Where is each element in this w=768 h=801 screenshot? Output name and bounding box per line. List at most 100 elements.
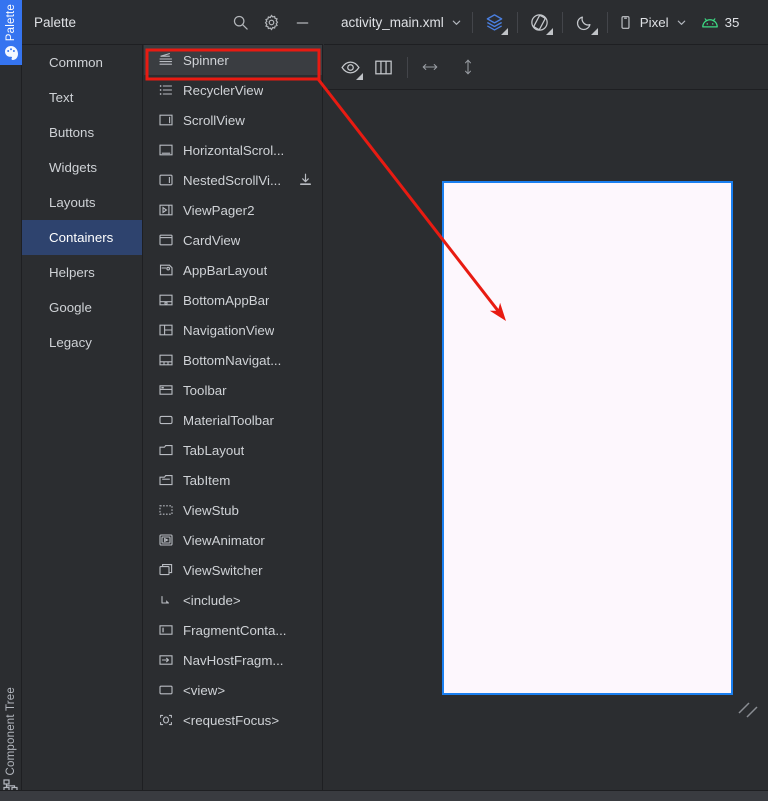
palette-component-item[interactable]: BottomNavigat... — [144, 345, 322, 375]
palette-header-actions — [232, 13, 323, 31]
minimize-icon[interactable] — [294, 14, 311, 31]
palette-component-label: <requestFocus> — [183, 712, 280, 728]
night-mode-icon[interactable] — [573, 10, 598, 35]
palette-component-item[interactable]: MaterialToolbar — [144, 405, 322, 435]
palette-category-legacy[interactable]: Legacy — [22, 325, 142, 360]
palette-category-helpers[interactable]: Helpers — [22, 255, 142, 290]
dropdown-corner-icon — [545, 28, 553, 35]
palette-component-label: TabLayout — [183, 442, 245, 458]
palette-component-item[interactable]: TabItem — [144, 465, 322, 495]
palette-category-buttons[interactable]: Buttons — [22, 115, 142, 150]
palette-component-label: Toolbar — [183, 382, 227, 398]
palette-category-layouts[interactable]: Layouts — [22, 185, 142, 220]
api-level-label: 35 — [724, 14, 740, 30]
editor-toolbar-secondary — [324, 45, 768, 90]
palette-component-item[interactable]: Spinner — [144, 45, 322, 75]
orientation-icon[interactable] — [528, 10, 553, 35]
palette-component-item[interactable]: HorizontalScrol... — [144, 135, 322, 165]
tool-tab-component-tree[interactable]: Component Tree — [0, 687, 22, 799]
palette-component-item[interactable]: NavHostFragm... — [144, 645, 322, 675]
palette-component-label: ViewAnimator — [183, 532, 265, 548]
toolbar-icon — [159, 385, 173, 395]
palette-component-label: NestedScrollVi... — [183, 172, 282, 188]
palette-component-item[interactable]: CardView — [144, 225, 322, 255]
palette-category-label: Widgets — [49, 160, 98, 175]
device-preview-frame[interactable] — [442, 181, 733, 695]
palette-category-common[interactable]: Common — [22, 45, 142, 80]
tool-tab-palette[interactable]: Palette — [0, 0, 22, 66]
gear-icon[interactable] — [263, 13, 280, 31]
palette-category-text[interactable]: Text — [22, 80, 142, 115]
palette-component-label: RecyclerView — [183, 82, 264, 98]
toolbar-separator-1 — [471, 11, 473, 33]
palette-component-item[interactable]: ViewPager2 — [144, 195, 322, 225]
design-canvas[interactable] — [324, 90, 768, 801]
device-name: Pixel — [639, 14, 669, 30]
constraints-panel-icon[interactable] — [371, 55, 395, 79]
download-icon[interactable] — [298, 172, 313, 187]
palette-category-label: Text — [49, 90, 74, 105]
horizontal-resize-icon[interactable] — [418, 55, 442, 79]
palette-component-label: ViewSwitcher — [183, 562, 263, 578]
palette-component-label: MaterialToolbar — [183, 412, 274, 428]
bottomnavigationview-icon — [159, 354, 173, 366]
device-selector[interactable]: Pixel — [618, 15, 687, 30]
palette-category-label: Buttons — [49, 125, 95, 140]
editor-file-name[interactable]: activity_main.xml — [341, 15, 444, 30]
palette-component-item[interactable]: <include> — [144, 585, 322, 615]
palette-component-item[interactable]: ViewSwitcher — [144, 555, 322, 585]
toolbar2-separator — [407, 56, 408, 78]
palette-category-containers[interactable]: Containers — [22, 220, 142, 255]
palette-icon — [5, 46, 18, 61]
palette-header: Palette — [22, 0, 323, 45]
palette-component-item[interactable]: <view> — [144, 675, 322, 705]
palette-category-label: Helpers — [49, 265, 95, 280]
palette-category-google[interactable]: Google — [22, 290, 142, 325]
cardview-icon — [159, 234, 173, 246]
appbarlayout-icon — [159, 264, 173, 276]
dropdown-corner-icon — [590, 28, 598, 35]
palette-component-item[interactable]: <requestFocus> — [144, 705, 322, 735]
palette-category-label: Google — [49, 300, 92, 315]
palette-component-label: FragmentConta... — [183, 622, 287, 638]
palette-category-label: Legacy — [49, 335, 92, 350]
android-icon — [701, 17, 718, 28]
bottomappbar-icon — [159, 294, 173, 306]
dropdown-corner-icon — [356, 73, 363, 80]
search-icon[interactable] — [232, 14, 249, 31]
palette-component-item[interactable]: Toolbar — [144, 375, 322, 405]
tool-tab-palette-label: Palette — [5, 4, 17, 42]
toolbar-separator-4 — [606, 11, 608, 33]
palette-component-item[interactable]: ScrollView — [144, 105, 322, 135]
tool-window-strip: Palette Component Tree — [0, 0, 22, 801]
palette-component-item[interactable]: TabLayout — [144, 435, 322, 465]
palette-component-label: BottomAppBar — [183, 292, 270, 308]
horizontalscrollview-icon — [159, 144, 173, 156]
palette-component-label: <include> — [183, 592, 241, 608]
palette-component-label: TabItem — [183, 472, 231, 488]
chevron-down-icon — [677, 20, 685, 25]
design-surface-icon[interactable] — [483, 10, 508, 35]
api-level-selector[interactable]: 35 — [701, 14, 740, 30]
palette-component-item[interactable]: NestedScrollVi... — [144, 165, 322, 195]
recyclerview-icon — [159, 85, 173, 95]
vertical-resize-icon[interactable] — [456, 55, 480, 79]
resize-handle-icon[interactable] — [736, 696, 762, 722]
palette-component-item[interactable]: ViewStub — [144, 495, 322, 525]
palette-component-label: ViewPager2 — [183, 202, 255, 218]
tool-tab-component-tree-label: Component Tree — [5, 686, 17, 775]
chevron-down-icon[interactable] — [451, 17, 462, 28]
palette-component-item[interactable]: FragmentConta... — [144, 615, 322, 645]
palette-component-item[interactable]: RecyclerView — [144, 75, 322, 105]
toolbar-separator-2 — [516, 11, 518, 33]
palette-component-item[interactable]: BottomAppBar — [144, 285, 322, 315]
palette-component-label: NavHostFragm... — [183, 652, 284, 668]
palette-component-list: Spinner RecyclerView ScrollView HorizontalS… — [144, 45, 323, 790]
android-studio-layout-editor: Palette Component Tree Palette Common Te… — [0, 0, 768, 801]
palette-component-item[interactable]: NavigationView — [144, 315, 322, 345]
palette-component-item[interactable]: AppBarLayout — [144, 255, 322, 285]
palette-category-widgets[interactable]: Widgets — [22, 150, 142, 185]
navigationview-icon — [159, 324, 173, 336]
view-options-icon[interactable] — [338, 55, 363, 80]
palette-component-item[interactable]: ViewAnimator — [144, 525, 322, 555]
